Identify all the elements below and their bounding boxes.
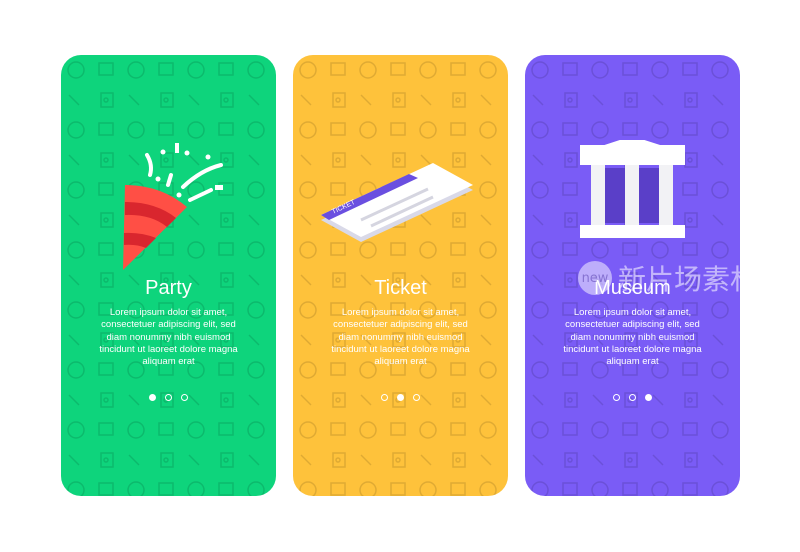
- page-indicator: [61, 394, 276, 401]
- page-dot-1[interactable]: [149, 394, 156, 401]
- onboarding-card-party: Party Lorem ipsum dolor sit amet, consec…: [61, 55, 276, 496]
- page-dot-3[interactable]: [181, 394, 188, 401]
- page-dot-2[interactable]: [165, 394, 172, 401]
- page-dot-3[interactable]: [413, 394, 420, 401]
- watermark-badge: new: [578, 261, 612, 295]
- page-dot-1[interactable]: [381, 394, 388, 401]
- watermark: new 新片场素材: [578, 258, 758, 298]
- card-title: Party: [145, 277, 192, 299]
- page-indicator: [293, 394, 508, 401]
- card-description: Lorem ipsum dolor sit amet, consectetuer…: [99, 307, 238, 368]
- watermark-text: 新片场素材: [618, 263, 759, 296]
- page-dot-2[interactable]: [629, 394, 636, 401]
- page-dot-2[interactable]: [397, 394, 404, 401]
- onboarding-card-ticket: TICKET Ticket Lorem ipsum dolor sit amet…: [293, 55, 508, 496]
- card-title: Ticket: [374, 277, 427, 299]
- page-dot-3[interactable]: [645, 394, 652, 401]
- card-description: Lorem ipsum dolor sit amet, consectetuer…: [331, 307, 470, 368]
- page-indicator: [525, 394, 740, 401]
- page-dot-1[interactable]: [613, 394, 620, 401]
- card-description: Lorem ipsum dolor sit amet, consectetuer…: [563, 307, 702, 368]
